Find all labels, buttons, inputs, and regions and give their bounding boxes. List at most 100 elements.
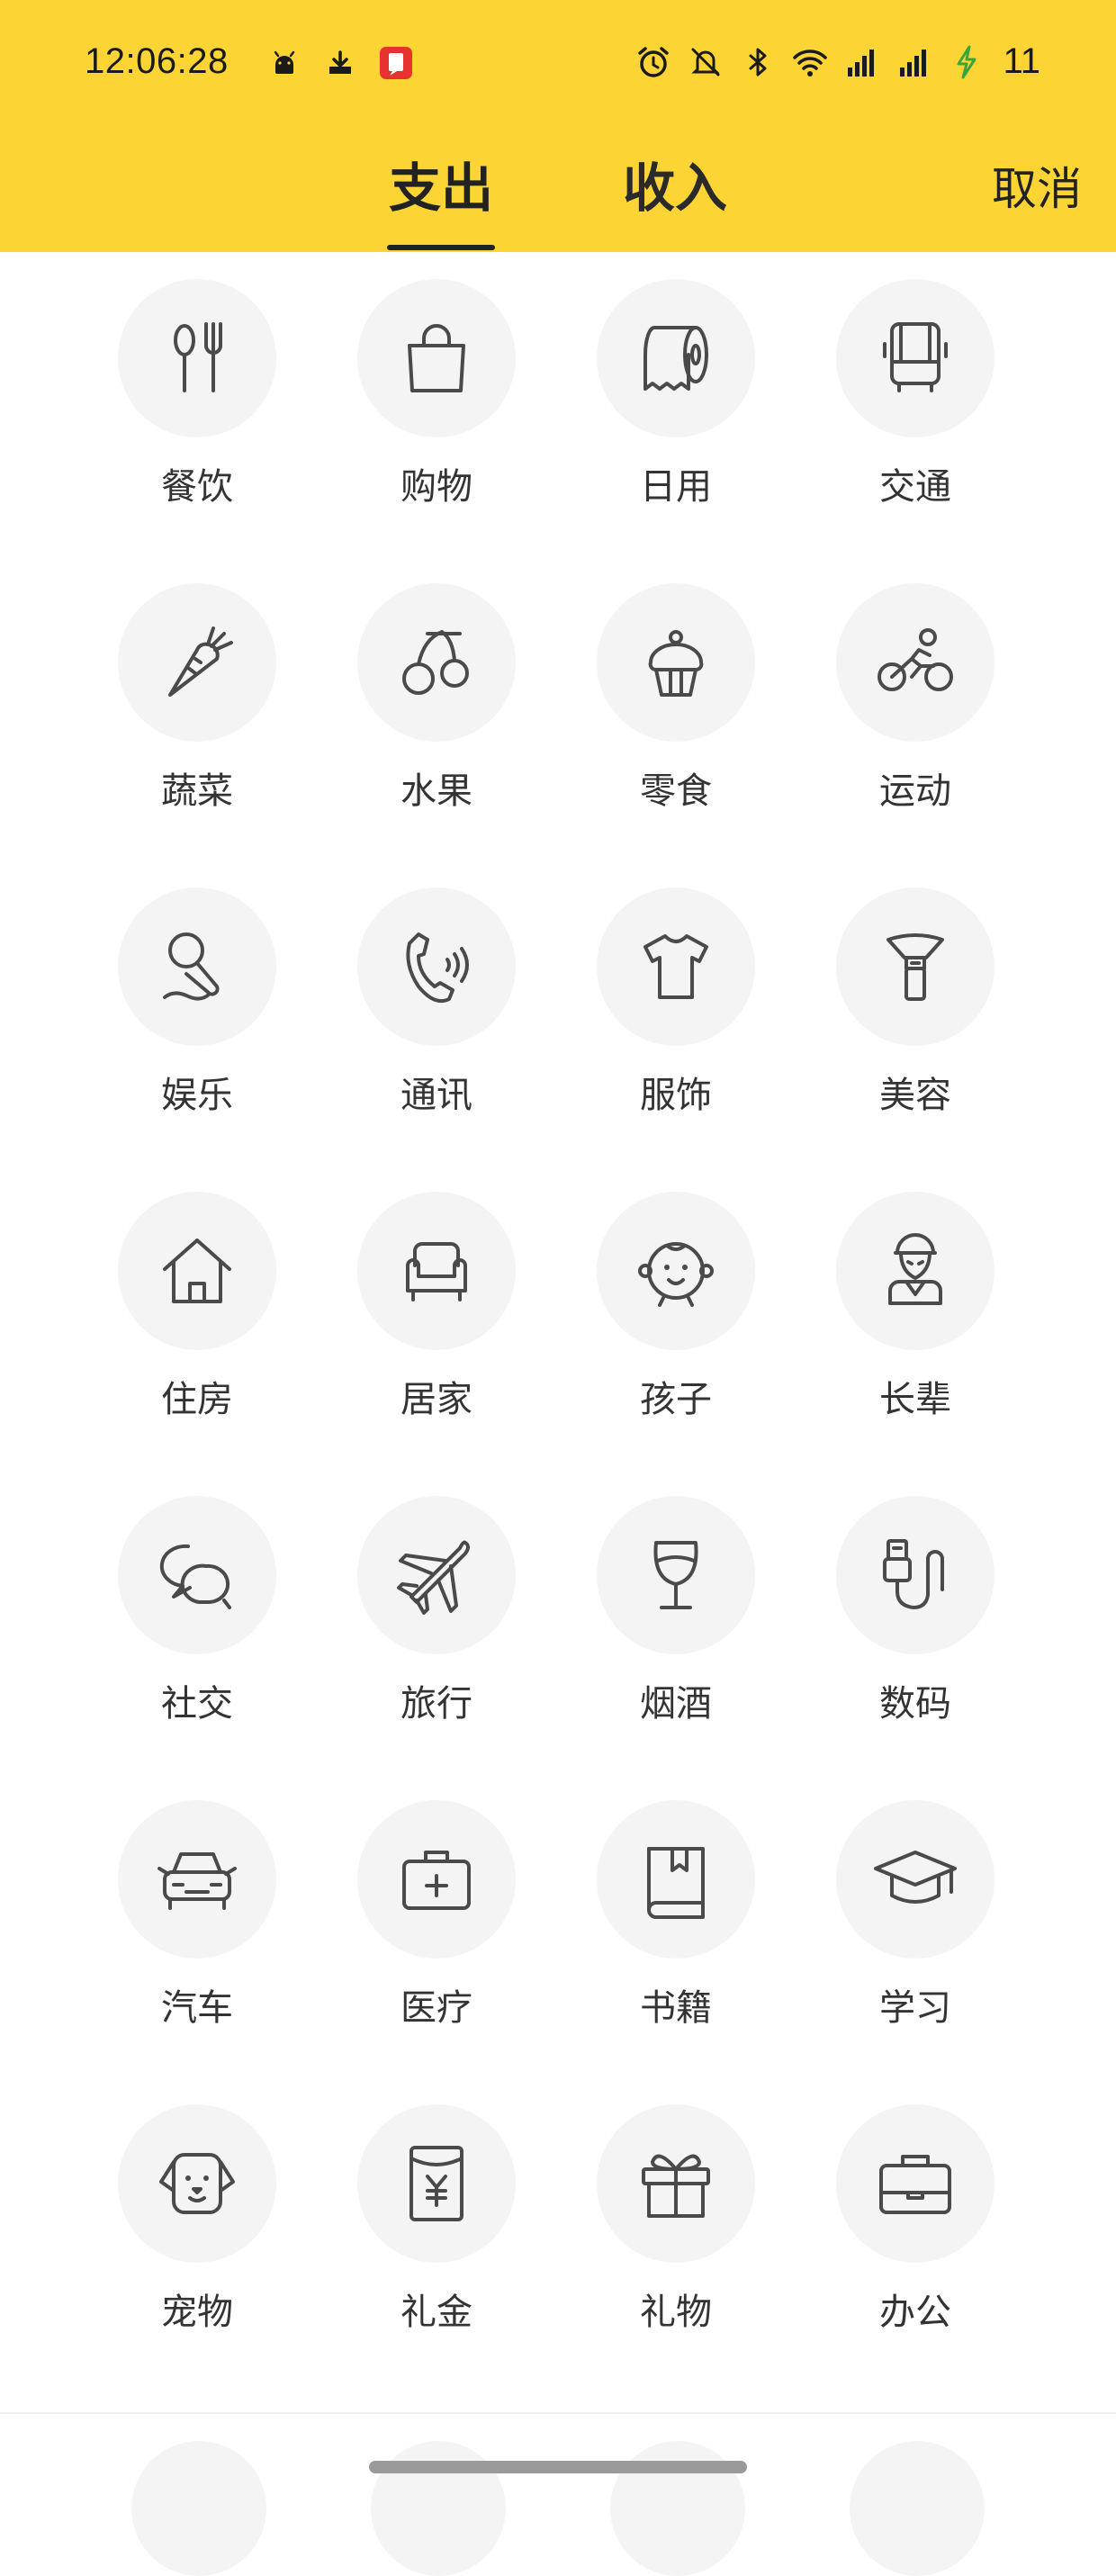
airplane-icon [397, 1540, 470, 1615]
category-daily-goods[interactable]: 日用 [556, 252, 796, 522]
status-time: 12:06:28 [85, 41, 229, 81]
category-children[interactable]: 孩子 [556, 1165, 796, 1435]
category-vegetables[interactable]: 蔬菜 [77, 556, 317, 826]
category-label: 办公 [879, 2292, 951, 2333]
signal-icon [848, 49, 875, 77]
category-label: 旅行 [400, 1683, 472, 1725]
category-label: 社交 [161, 1683, 233, 1725]
header-bar: 12:06:28 11 支出 收入 取消 [0, 0, 1116, 252]
carrot-icon [168, 626, 233, 697]
category-label: 医疗 [400, 1987, 472, 2029]
battery-level: 11 [1003, 41, 1040, 81]
elder-icon [888, 1233, 942, 1305]
category-label: 学习 [879, 1987, 951, 2029]
category-label: 住房 [161, 1379, 233, 1420]
status-right-icons: 11 [635, 41, 1040, 82]
cancel-button[interactable]: 取消 [992, 153, 1082, 218]
category-car[interactable]: 汽车 [77, 1773, 317, 2043]
category-telecom[interactable]: 通讯 [317, 860, 556, 1130]
graduation-cap-icon [874, 1851, 957, 1904]
category-clothing[interactable]: 服饰 [556, 860, 796, 1130]
category-icon-circle [597, 887, 755, 1046]
category-icon-circle [836, 1496, 994, 1654]
category-study[interactable]: 学习 [796, 1773, 1035, 2043]
category-label: 居家 [400, 1379, 472, 1420]
category-travel[interactable]: 旅行 [317, 1469, 556, 1739]
alarm-icon [638, 46, 670, 77]
category-icon-circle [597, 583, 755, 742]
category-label: 书籍 [640, 1987, 712, 2029]
category-medical[interactable]: 医疗 [317, 1773, 556, 2043]
baby-face-icon [638, 1242, 714, 1307]
category-label: 娱乐 [161, 1075, 233, 1116]
shopping-bag-icon [408, 324, 465, 392]
home-indicator[interactable] [369, 2461, 747, 2473]
category-office[interactable]: 办公 [796, 2077, 1035, 2347]
tshirt-icon [644, 934, 708, 999]
category-icon-circle [357, 2104, 516, 2263]
category-icon-circle [597, 2104, 755, 2263]
category-books[interactable]: 书籍 [556, 1773, 796, 2043]
category-icon-circle [357, 1192, 516, 1350]
category-icon-circle [118, 583, 276, 742]
cupcake-icon [648, 630, 704, 697]
category-label: 通讯 [400, 1075, 472, 1116]
category-icon-circle [118, 279, 276, 437]
red-envelope-icon [410, 2146, 464, 2221]
category-icon-circle [357, 279, 516, 437]
microphone-icon [163, 932, 220, 1001]
category-shopping[interactable]: 购物 [317, 252, 556, 522]
category-dining[interactable]: 餐饮 [77, 252, 317, 522]
category-icon-circle [836, 279, 994, 437]
tab-income[interactable]: 收入 [623, 146, 727, 221]
cherry-icon [402, 630, 469, 695]
bluetooth-icon [749, 48, 767, 76]
category-icon-circle [118, 2104, 276, 2263]
category-icon-circle [836, 2104, 994, 2263]
mute-icon [691, 48, 721, 76]
category-icon-circle [836, 583, 994, 742]
category-gift-money[interactable]: 礼金 [317, 2077, 556, 2347]
category-housing[interactable]: 住房 [77, 1165, 317, 1435]
gift-icon [642, 2154, 710, 2218]
category-label: 礼金 [400, 2292, 472, 2333]
category-tobacco-alcohol[interactable]: 烟酒 [556, 1469, 796, 1739]
tab-expense[interactable]: 支出 [389, 146, 493, 221]
category-elders[interactable]: 长辈 [796, 1165, 1035, 1435]
app-notification-icon [380, 47, 412, 79]
download-icon [329, 50, 351, 74]
category-entertainment[interactable]: 娱乐 [77, 860, 317, 1130]
charging-icon [957, 45, 976, 78]
category-sports[interactable]: 运动 [796, 556, 1035, 826]
category-icon-circle [836, 1800, 994, 1959]
category-beauty[interactable]: 美容 [796, 860, 1035, 1130]
category-icon-circle [357, 1800, 516, 1959]
lipstick-icon [886, 933, 944, 1001]
category-pets[interactable]: 宠物 [77, 2077, 317, 2347]
category-label: 蔬菜 [161, 770, 233, 812]
category-transport[interactable]: 交通 [796, 252, 1035, 522]
category-icon-circle [357, 887, 516, 1046]
category-icon-circle [597, 1192, 755, 1350]
phone-icon [406, 932, 469, 1004]
category-social[interactable]: 社交 [77, 1469, 317, 1739]
category-icon-circle [597, 279, 755, 437]
category-label: 水果 [400, 770, 472, 812]
wifi-icon [793, 49, 828, 77]
category-snacks[interactable]: 零食 [556, 556, 796, 826]
car-icon [158, 1852, 237, 1910]
category-label: 购物 [400, 466, 472, 508]
category-fruit[interactable]: 水果 [317, 556, 556, 826]
active-tab-indicator [387, 245, 495, 250]
category-label: 零食 [640, 770, 712, 812]
category-label: 服饰 [640, 1075, 712, 1116]
book-icon [647, 1847, 705, 1919]
category-digital[interactable]: 数码 [796, 1469, 1035, 1739]
category-label: 交通 [879, 466, 951, 508]
partial-category-circle [850, 2441, 985, 2576]
category-label: 美容 [879, 1075, 951, 1116]
category-icon-circle [118, 887, 276, 1046]
wine-glass-icon [653, 1541, 698, 1609]
category-home[interactable]: 居家 [317, 1165, 556, 1435]
category-gifts[interactable]: 礼物 [556, 2077, 796, 2347]
